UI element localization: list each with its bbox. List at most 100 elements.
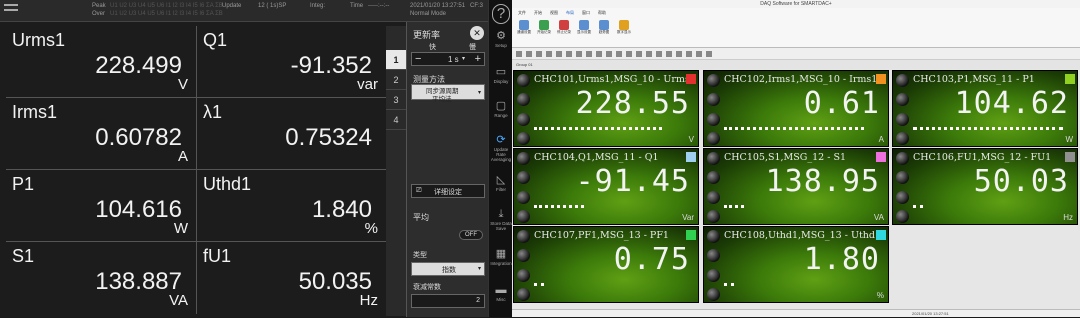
toolbar-icon[interactable] <box>576 51 582 57</box>
panel-title: 更新率 <box>413 30 441 40</box>
toolbar-icon[interactable] <box>646 51 652 57</box>
toolbar-icon[interactable] <box>526 51 532 57</box>
help-icon: ? <box>492 4 510 24</box>
toolbar-icon[interactable] <box>676 51 682 57</box>
integration-button[interactable]: ▦ Integration <box>489 248 513 266</box>
knob-icon <box>896 210 909 223</box>
knob-icon <box>896 152 909 165</box>
measure-method-select[interactable]: 同步源周期 平均法 ▾ <box>411 84 485 103</box>
item-value: 104.616 <box>95 196 182 223</box>
crest-factor: CF:3 <box>470 3 484 9</box>
measurement-cell[interactable]: P1 104.616 W <box>6 170 196 242</box>
item-label: Uthd1 <box>203 174 252 194</box>
slow-label: 慢 <box>469 44 476 51</box>
detail-settings-button[interactable]: ⎚ 详细设定 <box>411 184 485 198</box>
ribbon-tab[interactable]: 帮助 <box>598 10 606 16</box>
toolbar-icon[interactable] <box>536 51 542 57</box>
channel-tile[interactable]: CHC107,PF1,MSG_13 - PF1 0.75 <box>513 226 699 303</box>
page-button[interactable]: 2 <box>386 70 406 90</box>
channel-tile[interactable]: CHC108,Uthd1,MSG_13 - Uthd1 1.80% <box>703 226 889 303</box>
menu-icon[interactable] <box>4 4 18 16</box>
decay-field[interactable]: 2 <box>411 294 485 308</box>
misc-button[interactable]: ▬ Misc <box>489 284 513 302</box>
channel-value: 104.62 <box>954 86 1069 121</box>
item-label: P1 <box>12 174 35 194</box>
measurement-cell[interactable]: λ1 0.75324 <box>196 98 386 170</box>
dropdown-icon[interactable]: ▾ <box>462 55 465 62</box>
update-rate-button[interactable]: ⟳ Update Rate Averaging <box>489 134 513 162</box>
page-button[interactable]: 4 <box>386 110 406 130</box>
channel-tile[interactable]: CHC106,FU1,MSG_12 - FU1 50.03 Hz <box>892 148 1078 225</box>
channel-value: 1.80 <box>803 242 880 277</box>
toolbar-icon[interactable] <box>706 51 712 57</box>
help-button[interactable]: ? <box>489 4 513 24</box>
item-label: Irms1 <box>12 102 57 122</box>
minus-icon[interactable]: − <box>415 53 421 65</box>
toolbar-icon[interactable] <box>636 51 642 57</box>
plus-icon[interactable]: + <box>475 53 481 65</box>
channel-header: CHC108,Uthd1,MSG_13 - Uthd1 <box>724 230 882 241</box>
toolbar-icon[interactable] <box>546 51 552 57</box>
average-toggle[interactable]: OFF <box>459 230 483 240</box>
integ-label: Integ: <box>310 3 326 9</box>
measurement-cell[interactable]: S1 138.887 VA <box>6 242 196 314</box>
toolbar-icon[interactable] <box>666 51 672 57</box>
measurement-cell[interactable]: Q1 -91.352 var <box>196 26 386 98</box>
toolbar-icon[interactable] <box>616 51 622 57</box>
channel-header: CHC105,S1,MSG_12 - S1 <box>724 152 847 163</box>
store-button[interactable]: ⤓ Store Data Save <box>489 208 513 231</box>
channel-tile[interactable]: CHC103,P1,MSG_11 - P1 104.62 W <box>892 70 1078 147</box>
toolbar-icon[interactable] <box>586 51 592 57</box>
type-select[interactable]: 指数 ▾ <box>411 262 485 276</box>
channel-tile[interactable]: CHC101,Urms1,MSG_10 - Urms1 228.55 V <box>513 70 699 147</box>
toolbar-icon[interactable] <box>696 51 702 57</box>
toolbar-icon[interactable] <box>566 51 572 57</box>
channel-unit: A <box>878 135 884 144</box>
page-button[interactable]: 1 <box>386 50 406 70</box>
channel-tile[interactable]: CHC102,Irms1,MSG_10 - Irms1 0.61 A <box>703 70 889 147</box>
channel-color-swatch <box>876 152 886 162</box>
ribbon-button[interactable]: 显示设置 <box>576 20 592 35</box>
ribbon-button[interactable]: 数字显示 <box>616 20 632 35</box>
channel-tile[interactable]: CHC104,Q1,MSG_11 - Q1 -91.45 Var <box>513 148 699 225</box>
ribbon-tab[interactable]: 视图 <box>550 10 558 16</box>
item-unit: V <box>177 76 188 93</box>
ribbon-button[interactable]: 停止记录 <box>556 20 572 35</box>
channel-tile[interactable]: CHC105,S1,MSG_12 - S1 138.95 VA <box>703 148 889 225</box>
ribbon-tab[interactable]: 开始 <box>534 10 542 16</box>
setup-button[interactable]: ⚙ Setup <box>489 30 513 48</box>
toolbar-icon[interactable] <box>556 51 562 57</box>
ribbon-tab[interactable]: 窗口 <box>582 10 590 16</box>
toolbar-icon[interactable] <box>596 51 602 57</box>
filter-button[interactable]: ◺ Filter <box>489 174 513 192</box>
ribbon-button[interactable]: 通道设置 <box>516 20 532 35</box>
measurement-cell[interactable]: Irms1 0.60782 A <box>6 98 196 170</box>
rate-stepper[interactable]: − 1 s ▾ + <box>411 52 485 66</box>
channel-color-swatch <box>876 230 886 240</box>
ribbon-tab[interactable]: 文件 <box>518 10 526 16</box>
channel-color-swatch <box>1065 152 1075 162</box>
close-icon[interactable]: ✕ <box>470 26 484 40</box>
page-button[interactable]: 3 <box>386 90 406 110</box>
item-label: Q1 <box>203 30 228 50</box>
measurement-cell[interactable]: Urms1 228.499 V <box>6 26 196 98</box>
bar-indicator <box>724 127 864 130</box>
toolbar-icon[interactable] <box>656 51 662 57</box>
ribbon-tab[interactable]: 布局 <box>566 10 574 16</box>
item-unit: VA <box>169 292 188 309</box>
toolbar-icon[interactable] <box>516 51 522 57</box>
ribbon-button[interactable]: 开始记录 <box>536 20 552 35</box>
toolbar-icon[interactable] <box>626 51 632 57</box>
toolbar-icon[interactable] <box>606 51 612 57</box>
group-tab[interactable]: Group 01 <box>512 60 1080 69</box>
measurement-cell[interactable]: Uthd1 1.840 % <box>196 170 386 242</box>
measurement-cell[interactable]: fU1 50.035 Hz <box>196 242 386 314</box>
knob-icon <box>707 191 720 204</box>
range-button[interactable]: ▢ Range <box>489 100 513 118</box>
channel-header: CHC104,Q1,MSG_11 - Q1 <box>534 152 659 163</box>
side-menu: ? ⚙ Setup ▭ Display ▢ Range ⟳ Update Rate Av… <box>488 0 512 317</box>
ribbon-button[interactable]: 趋势图 <box>596 20 612 35</box>
channel-color-swatch <box>1065 74 1075 84</box>
display-button[interactable]: ▭ Display <box>489 66 513 84</box>
toolbar-icon[interactable] <box>686 51 692 57</box>
